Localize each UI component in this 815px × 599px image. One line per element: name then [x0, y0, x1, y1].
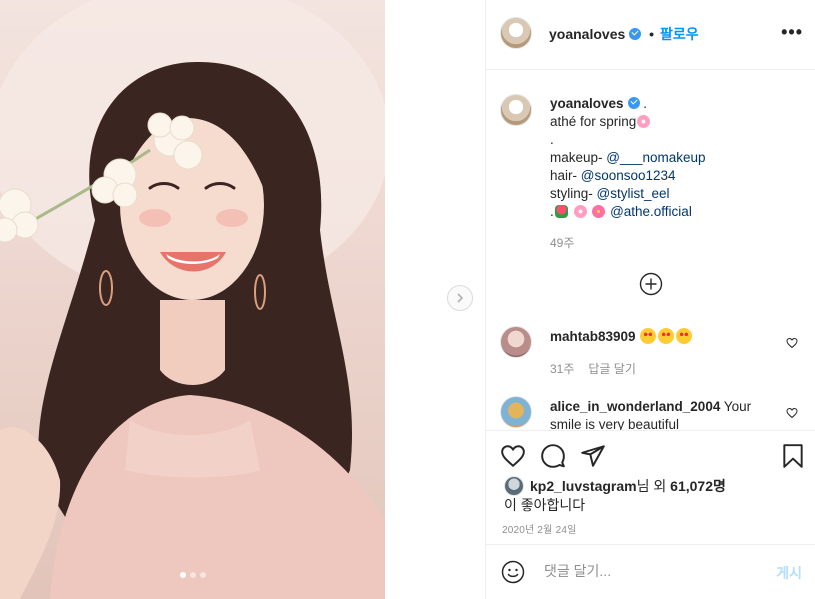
reply-button[interactable]: 답글 달기	[588, 362, 636, 376]
mention-hair[interactable]: @soonsoo1234	[581, 168, 676, 183]
comment-avatar[interactable]	[500, 326, 532, 358]
author-avatar[interactable]	[500, 17, 532, 49]
liker-avatar[interactable]	[504, 476, 524, 496]
caption-line2: .	[550, 132, 554, 147]
post-actions: kp2_luvstagram님 외 61,072명 이 좋아합니다 2020년 …	[486, 430, 815, 544]
verified-badge-icon	[627, 97, 640, 109]
post-sidebar: yoanaloves • 팔로우 ••• yoanaloves . athé f…	[485, 0, 815, 599]
load-more-comments-icon[interactable]	[639, 272, 663, 296]
caption-username[interactable]: yoanaloves	[550, 96, 624, 111]
mention-brand[interactable]: @athe.official	[610, 204, 692, 219]
star-struck-emoji-icon	[658, 328, 675, 344]
caption-avatar[interactable]	[500, 94, 532, 126]
post-header: yoanaloves • 팔로우 •••	[486, 0, 815, 70]
comment-input[interactable]	[542, 562, 766, 580]
comment-avatar[interactable]	[500, 396, 532, 428]
follow-button[interactable]: 팔로우	[660, 26, 699, 42]
liker-username[interactable]: kp2_luvstagram	[530, 478, 637, 494]
brand-prefix: .	[550, 204, 554, 219]
likes-text-end: 이 좋아합니다	[504, 497, 586, 513]
comment-username[interactable]: alice_in_wonderland_2004	[550, 399, 720, 414]
likes-count[interactable]: 61,072명	[670, 478, 726, 494]
post-date[interactable]: 2020년 2월 24일	[502, 521, 577, 536]
hibiscus-emoji-icon	[592, 205, 606, 218]
mention-styling[interactable]: @stylist_eel	[597, 186, 670, 201]
verified-badge-icon	[629, 28, 642, 40]
bookmark-icon[interactable]	[780, 443, 806, 469]
comment-like-heart-icon[interactable]	[786, 407, 798, 419]
star-struck-emoji-icon	[640, 328, 657, 344]
comment-composer: 게시	[486, 544, 815, 599]
hair-label: hair-	[550, 168, 581, 183]
carousel-dot-active	[179, 572, 186, 578]
author-line: yoanaloves • 팔로우	[549, 24, 699, 44]
comment-time[interactable]: 31주	[550, 362, 574, 376]
comment-meta: 31주 답글 달기	[550, 360, 650, 377]
comments-area[interactable]: yoanaloves . athé for spring . makeup- @…	[486, 70, 815, 430]
cherry-blossom-emoji-icon	[573, 205, 587, 218]
comment-bubble-icon[interactable]	[540, 443, 566, 469]
comment-like-heart-icon[interactable]	[786, 337, 798, 349]
share-paper-plane-icon[interactable]	[580, 443, 606, 469]
likes-summary: kp2_luvstagram님 외 61,072명 이 좋아합니다	[504, 476, 794, 514]
comment-username[interactable]: mahtab83909	[550, 329, 636, 344]
post-comment-button[interactable]: 게시	[776, 563, 802, 583]
carousel-dot	[199, 572, 206, 578]
carousel-indicator	[0, 565, 385, 583]
cherry-blossom-emoji-icon	[637, 115, 651, 128]
comment-item: mahtab83909	[550, 328, 770, 346]
mention-makeup[interactable]: @___nomakeup	[606, 150, 705, 165]
post-photo[interactable]	[0, 0, 385, 599]
carousel-dot	[189, 572, 196, 578]
next-slide-button[interactable]	[447, 285, 473, 311]
star-struck-emoji-icon	[676, 328, 693, 344]
caption-timestamp[interactable]: 49주	[550, 234, 574, 251]
more-options-icon[interactable]: •••	[781, 22, 803, 43]
caption-after-name: .	[639, 96, 648, 111]
likes-text-mid: 님 외	[636, 478, 671, 494]
separator-dot: •	[649, 26, 655, 42]
makeup-label: makeup-	[550, 150, 607, 165]
styling-label: styling-	[550, 186, 597, 201]
author-username[interactable]: yoanaloves	[549, 26, 625, 42]
caption-line1: athé for spring	[550, 114, 637, 129]
emoji-smiley-icon[interactable]	[501, 560, 525, 584]
photo-illustration	[0, 0, 385, 599]
chevron-right-icon	[457, 293, 464, 303]
comment-item: alice_in_wonderland_2004 Your smile is v…	[550, 398, 770, 430]
like-heart-icon[interactable]	[500, 443, 526, 469]
tulip-emoji-icon	[554, 205, 568, 218]
caption-text: yoanaloves . athé for spring . makeup- @…	[550, 95, 805, 221]
